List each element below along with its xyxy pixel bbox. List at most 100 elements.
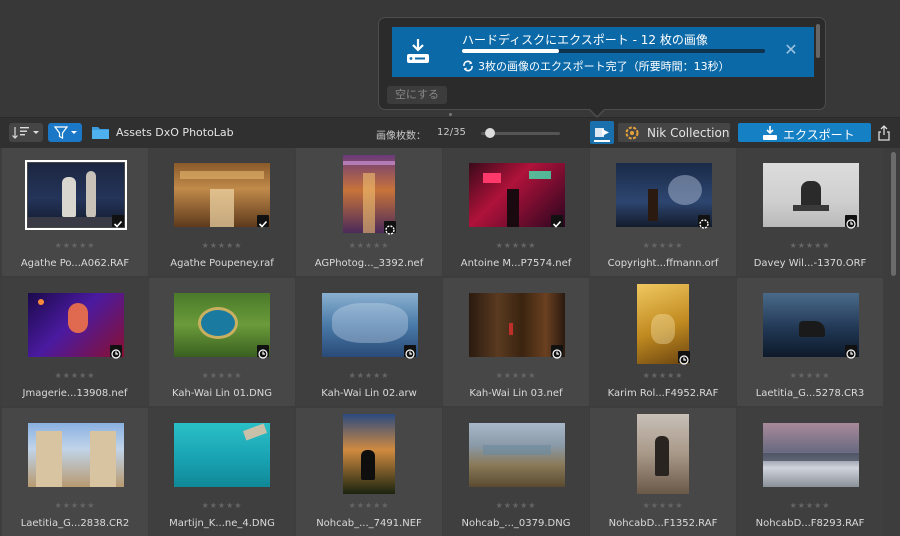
star-rating[interactable]: ★★★★★ (590, 371, 736, 380)
image-cell[interactable]: ★★★★★ Laetitia_G...5278.CR3 (737, 278, 883, 406)
browser-toolbar: Assets DxO PhotoLab 画像枚数： 12/35 Nik Coll… (0, 118, 900, 148)
star-rating[interactable]: ★★★★★ (443, 501, 589, 510)
star-rating[interactable]: ★★★★★ (737, 241, 883, 250)
export-button[interactable]: エクスポート (738, 123, 871, 142)
image-cell[interactable]: ★★★★★ Nohcab_..._7491.NEF (296, 408, 442, 536)
star-rating[interactable]: ★★★★★ (2, 241, 148, 250)
image-cell[interactable]: ★★★★★ Kah-Wai Lin 03.nef (443, 278, 589, 406)
resize-handle[interactable] (449, 113, 452, 116)
image-cell[interactable]: ★★★★★ NohcabD...F8293.RAF (737, 408, 883, 536)
image-cell[interactable]: ★★★★★ Antoine M...P7574.nef (443, 148, 589, 276)
queued-clock-icon (551, 345, 563, 359)
hard-disk-export-icon (407, 39, 429, 63)
star-rating[interactable]: ★★★★★ (737, 501, 883, 510)
export-status-text: 3枚の画像のエクスポート完了（所要時間：13秒） (478, 60, 730, 73)
grid-scrollbar[interactable] (891, 152, 896, 276)
star-rating[interactable]: ★★★★★ (149, 371, 295, 380)
popover-arrow-fill (589, 108, 605, 116)
star-rating[interactable]: ★★★★★ (590, 241, 736, 250)
image-cell[interactable]: ★★★★★ NohcabD...F1352.RAF (590, 408, 736, 536)
star-rating[interactable]: ★★★★★ (296, 371, 442, 380)
image-browser-grid: ★★★★★ Agathe Po...A062.RAF ★★★★★ Agathe … (0, 148, 889, 536)
folder-icon (92, 127, 109, 139)
thumbnail-image[interactable] (174, 423, 270, 487)
close-icon[interactable]: ✕ (782, 41, 800, 59)
star-rating[interactable]: ★★★★★ (443, 371, 589, 380)
image-cell[interactable]: ★★★★★ Kah-Wai Lin 01.DNG (149, 278, 295, 406)
folder-name: Assets DxO PhotoLab (116, 126, 234, 139)
image-count-value: 12/35 (437, 127, 466, 138)
image-cell[interactable]: ★★★★★ Martijn_K...ne_4.DNG (149, 408, 295, 536)
star-rating[interactable]: ★★★★★ (2, 501, 148, 510)
thumbnail-size-slider-thumb[interactable] (485, 128, 496, 138)
star-rating[interactable]: ★★★★★ (2, 371, 148, 380)
file-name: Laetitia_G...2838.CR2 (20, 518, 130, 529)
file-name: NohcabD...F1352.RAF (608, 518, 718, 529)
thumbnail-image[interactable] (28, 423, 124, 487)
export-progress-fill (462, 49, 559, 53)
image-count-label: 画像枚数： (376, 131, 426, 142)
image-cell[interactable]: ★★★★★ Agathe Poupeney.raf (149, 148, 295, 276)
thumbnail-image[interactable] (763, 423, 859, 487)
image-cell[interactable]: ★★★★★ AGPhotog..._3392.nef (296, 148, 442, 276)
export-status: 3枚の画像のエクスポート完了（所要時間：13秒） (462, 58, 730, 74)
export-progress-bar (462, 49, 765, 53)
sort-button[interactable] (9, 123, 43, 142)
thumbnail-image[interactable] (469, 423, 565, 487)
thumbnail-image[interactable] (25, 160, 127, 230)
export-queue-icon (594, 128, 610, 142)
popover-scrollbar[interactable] (816, 24, 820, 58)
image-cell[interactable]: ★★★★★ Jmagerie...13908.nef (2, 278, 148, 406)
image-cell[interactable]: ★★★★★ Laetitia_G...2838.CR2 (2, 408, 148, 536)
file-name: NohcabD...F8293.RAF (755, 518, 865, 529)
file-name: Martijn_K...ne_4.DNG (169, 518, 275, 529)
star-rating[interactable]: ★★★★★ (149, 501, 295, 510)
file-name: Copyright...ffmann.orf (607, 258, 719, 269)
image-cell[interactable]: ★★★★★ Agathe Po...A062.RAF (2, 148, 148, 276)
sort-icon (12, 127, 39, 139)
file-name: Antoine M...P7574.nef (460, 258, 572, 269)
export-queue-popover: ハードディスクにエクスポート - 12 枚の画像 3枚の画像のエクスポート完了（… (378, 17, 826, 110)
file-name: Nohcab_..._0379.DNG (461, 518, 571, 529)
queued-clock-icon (110, 345, 122, 359)
star-rating[interactable]: ★★★★★ (149, 241, 295, 250)
queued-clock-icon (678, 351, 690, 365)
exporting-progress-icon (698, 215, 710, 229)
file-name: AGPhotog..._3392.nef (314, 258, 424, 269)
thumbnail-image[interactable] (174, 293, 270, 357)
nik-collection-button[interactable]: Nik Collection (618, 123, 730, 142)
exported-check-icon (551, 215, 563, 228)
image-cell[interactable]: ★★★★★ Davey Wil...-1370.ORF (737, 148, 883, 276)
file-name: Nohcab_..._7491.NEF (316, 518, 422, 529)
export-job-title: ハードディスクにエクスポート - 12 枚の画像 (462, 33, 708, 47)
share-icon[interactable] (876, 124, 892, 142)
queued-clock-icon (845, 345, 857, 359)
export-label: エクスポート (783, 128, 855, 142)
exported-check-icon (112, 215, 124, 228)
queued-clock-icon (257, 345, 269, 359)
filter-button[interactable] (48, 123, 82, 142)
file-name: Kah-Wai Lin 01.DNG (171, 388, 273, 399)
image-cell[interactable]: ★★★★★ Copyright...ffmann.orf (590, 148, 736, 276)
clear-button[interactable]: 空にする (387, 86, 447, 104)
file-name: Kah-Wai Lin 02.arw (321, 388, 417, 399)
nik-collection-label: Nik Collection (647, 126, 730, 140)
image-cell[interactable]: ★★★★★ Kah-Wai Lin 02.arw (296, 278, 442, 406)
sync-icon (463, 60, 473, 72)
image-cell[interactable]: ★★★★★ Karim Rol...F4952.RAF (590, 278, 736, 406)
star-rating[interactable]: ★★★★★ (737, 371, 883, 380)
star-rating[interactable]: ★★★★★ (590, 501, 736, 510)
thumbnail-image[interactable] (174, 163, 270, 227)
queued-clock-icon (404, 345, 416, 359)
star-rating[interactable]: ★★★★★ (443, 241, 589, 250)
thumbnail-image[interactable] (637, 414, 689, 494)
file-name: Laetitia_G...5278.CR3 (755, 388, 865, 399)
star-rating[interactable]: ★★★★★ (296, 501, 442, 510)
star-rating[interactable]: ★★★★★ (296, 241, 442, 250)
image-cell[interactable]: ★★★★★ Nohcab_..._0379.DNG (443, 408, 589, 536)
export-queue-button[interactable] (590, 121, 614, 144)
queued-clock-icon (845, 215, 857, 229)
thumbnail-image[interactable] (343, 414, 395, 494)
file-name: Agathe Po...A062.RAF (20, 258, 130, 269)
file-name: Kah-Wai Lin 03.nef (469, 388, 563, 399)
